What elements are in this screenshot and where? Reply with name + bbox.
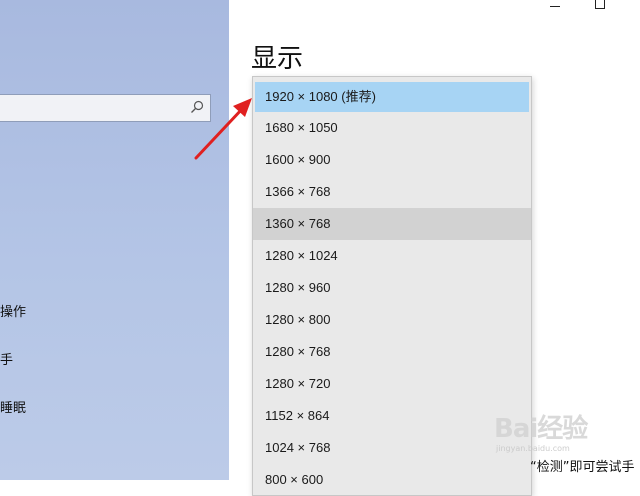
sidebar: 操作 手 睡眠 [0,0,229,480]
resolution-option[interactable]: 1280 × 800 [253,304,531,336]
watermark-url: jingyan.baidu.com [496,444,570,453]
resolution-option[interactable]: 1280 × 720 [253,368,531,400]
baidu-jingyan-logo: Bai经验 [494,414,588,444]
resolution-option[interactable]: 800 × 600 [253,464,531,495]
resolution-option[interactable]: 1920 × 1080 (推荐) [255,82,529,112]
resolution-option[interactable]: 1366 × 768 [253,176,531,208]
resolution-dropdown-list[interactable]: 1920 × 1080 (推荐) 1680 × 1050 1600 × 900 … [252,76,532,496]
sidebar-item-hand[interactable]: 手 [0,349,13,368]
sidebar-item-sleep[interactable]: 睡眠 [0,397,26,416]
watermark: Bai经验 jingyan.baidu.com [494,408,640,480]
page-title: 显示 [251,44,304,74]
resolution-option[interactable]: 1280 × 768 [253,336,531,368]
resolution-option[interactable]: 1680 × 1050 [253,112,531,144]
resolution-option[interactable]: 1280 × 1024 [253,240,531,272]
resolution-option[interactable]: 1360 × 768 [253,208,531,240]
resolution-option[interactable]: 1152 × 864 [253,400,531,432]
sidebar-item-operation[interactable]: 操作 [0,301,26,320]
resolution-option[interactable]: 1280 × 960 [253,272,531,304]
maximize-icon[interactable] [595,0,605,9]
search-input[interactable] [0,94,211,122]
resolution-option[interactable]: 1024 × 768 [253,432,531,464]
resolution-option[interactable]: 1600 × 900 [253,144,531,176]
search-icon[interactable] [190,100,204,114]
minimize-icon[interactable] [550,6,560,7]
